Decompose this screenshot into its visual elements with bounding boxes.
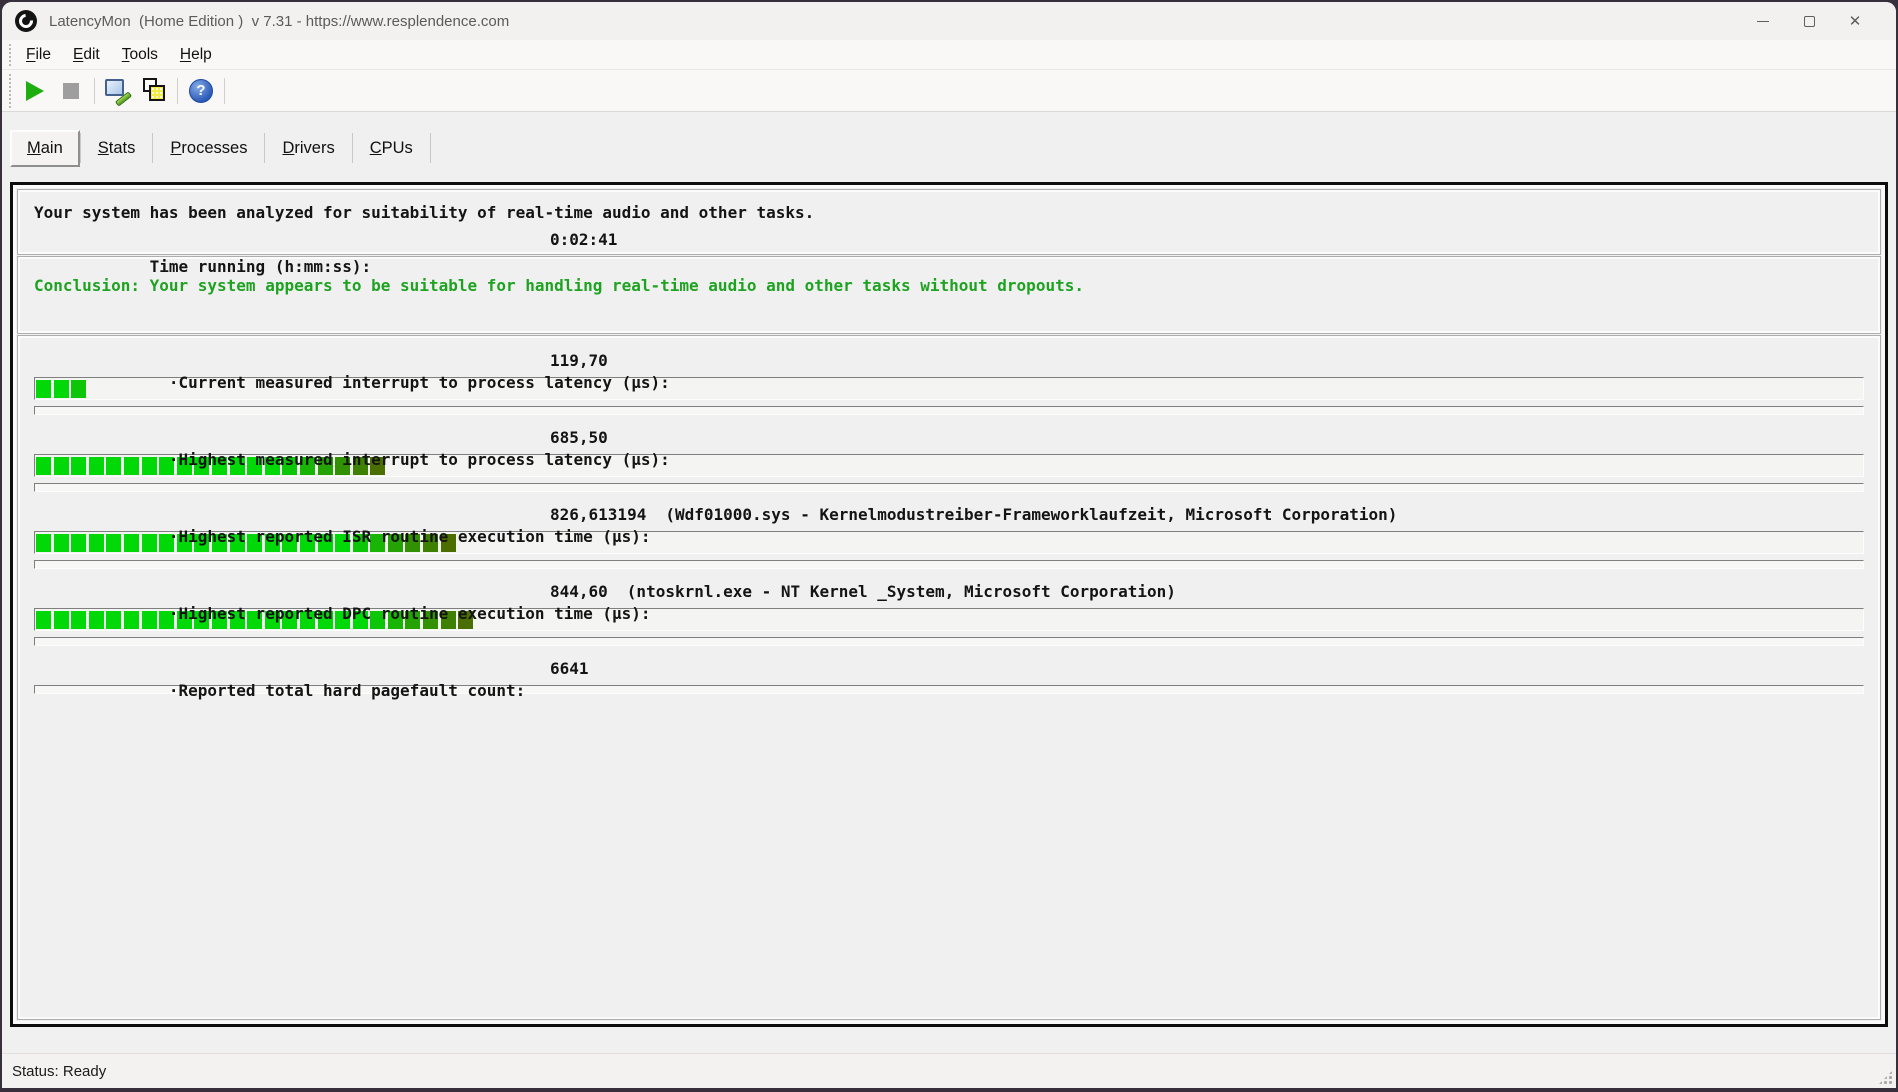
measurement-label: ·Highest measured interrupt to process l… <box>169 450 670 469</box>
menu-item-file[interactable]: File <box>17 43 60 67</box>
status-text: Status: Ready <box>12 1063 106 1080</box>
options-icon <box>105 78 131 103</box>
options-button[interactable] <box>100 74 136 108</box>
tab-main[interactable]: Main <box>10 130 80 167</box>
secondary-track <box>34 406 1864 415</box>
start-monitor-button[interactable] <box>17 74 53 108</box>
resize-grip[interactable] <box>1878 1070 1893 1085</box>
measurement-row-pagefaults: ·Reported total hard pagefault count: 66… <box>34 658 1864 694</box>
measurement-label: ·Highest reported DPC routine execution … <box>169 604 651 623</box>
toolbar: ? <box>2 70 1896 112</box>
measurement-label: ·Highest reported ISR routine execution … <box>169 527 651 546</box>
measurement-value: 844,60 <box>550 582 608 601</box>
secondary-track <box>34 637 1864 646</box>
maximize-button[interactable] <box>1786 2 1832 40</box>
menu-item-edit[interactable]: Edit <box>64 43 109 67</box>
measurement-label: ·Reported total hard pagefault count: <box>169 681 525 700</box>
measurement-value: 6641 <box>550 659 589 678</box>
report-icon <box>141 78 167 103</box>
minimize-icon <box>1757 21 1769 22</box>
window-title: LatencyMon (Home Edition ) v 7.31 - http… <box>49 13 509 30</box>
toolbar-separator <box>224 78 225 104</box>
window-controls: ✕ <box>1740 2 1896 40</box>
tab-bar: Main Stats Processes Drivers CPUs <box>2 112 1896 182</box>
menu-gripper[interactable] <box>8 43 13 66</box>
toolbar-gripper[interactable] <box>8 73 13 108</box>
menu-bar: File Edit Tools Help <box>2 40 1896 70</box>
measurement-detail: (Wdf01000.sys - Kernelmodustreiber-Frame… <box>665 505 1397 524</box>
tab-drivers[interactable]: Drivers <box>265 131 351 166</box>
app-window: LatencyMon (Home Edition ) v 7.31 - http… <box>2 2 1896 1088</box>
main-panel: Your system has been analyzed for suitab… <box>10 182 1888 1027</box>
measurement-row-isr-time: ·Highest reported ISR routine execution … <box>34 504 1864 569</box>
title-bar: LatencyMon (Home Edition ) v 7.31 - http… <box>2 2 1896 40</box>
status-bar: Status: Ready <box>2 1053 1896 1088</box>
copy-report-button[interactable] <box>136 74 172 108</box>
tab-separator <box>430 133 431 163</box>
measurement-value: 119,70 <box>550 351 608 370</box>
client-area: Your system has been analyzed for suitab… <box>2 182 1896 1053</box>
menu-item-tools[interactable]: Tools <box>113 43 167 67</box>
app-icon <box>15 10 37 32</box>
stop-icon <box>63 83 79 99</box>
minimize-button[interactable] <box>1740 2 1786 40</box>
time-running-label: Time running (h:mm:ss): <box>150 257 372 276</box>
analysis-info-box: Your system has been analyzed for suitab… <box>18 190 1880 254</box>
measurement-detail: (ntoskrnl.exe - NT Kernel _System, Micro… <box>627 582 1176 601</box>
maximize-icon <box>1804 16 1815 27</box>
secondary-track <box>34 483 1864 492</box>
measurement-label: ·Current measured interrupt to process l… <box>169 373 670 392</box>
measurement-row-dpc-time: ·Highest reported DPC routine execution … <box>34 581 1864 646</box>
measurement-row-highest-latency: ·Highest measured interrupt to process l… <box>34 427 1864 492</box>
play-icon <box>26 81 44 101</box>
tab-stats[interactable]: Stats <box>81 131 153 166</box>
tab-cpus[interactable]: CPUs <box>353 131 430 166</box>
measurement-value: 685,50 <box>550 428 608 447</box>
measurement-row-current-latency: ·Current measured interrupt to process l… <box>34 350 1864 415</box>
toolbar-separator <box>177 78 178 104</box>
stop-monitor-button[interactable] <box>53 74 89 108</box>
close-icon: ✕ <box>1849 12 1862 30</box>
secondary-track <box>34 560 1864 569</box>
close-button[interactable]: ✕ <box>1832 2 1878 40</box>
help-icon: ? <box>189 79 213 103</box>
analysis-summary-line: Your system has been analyzed for suitab… <box>34 199 1878 226</box>
toolbar-separator <box>94 78 95 104</box>
help-button[interactable]: ? <box>183 74 219 108</box>
measurement-value: 826,613194 <box>550 505 646 524</box>
measurements-box: ·Current measured interrupt to process l… <box>18 336 1880 1019</box>
time-running-line: Time running (h:mm:ss): 0:02:41 <box>34 226 1878 253</box>
menu-item-help[interactable]: Help <box>171 43 221 67</box>
time-running-value: 0:02:41 <box>550 226 617 253</box>
tab-processes[interactable]: Processes <box>153 131 264 166</box>
